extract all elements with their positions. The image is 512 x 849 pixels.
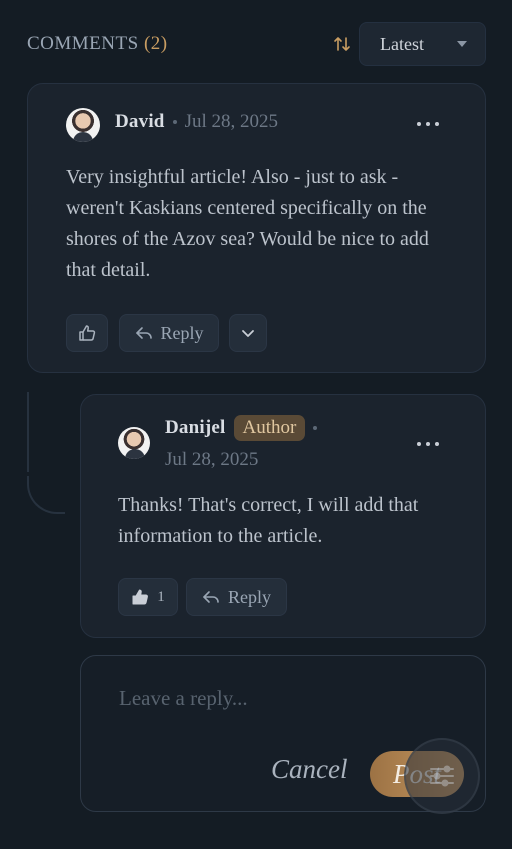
reply-text: Thanks! That's correct, I will add that …: [118, 494, 419, 547]
cancel-button[interactable]: Cancel: [271, 754, 347, 785]
sort-dropdown[interactable]: Latest: [359, 22, 486, 66]
reply-date: Jul 28, 2025: [165, 449, 259, 470]
sort-selected-value: Latest: [380, 33, 424, 54]
sort-arrows-icon[interactable]: [333, 35, 351, 53]
reply-button-label: Reply: [160, 322, 204, 343]
comment-text: Very insightful article! Also - just to …: [66, 166, 429, 281]
chevron-down-icon: [242, 330, 254, 337]
more-options-icon[interactable]: [417, 441, 439, 447]
separator-dot: [313, 426, 318, 430]
more-options-icon[interactable]: [417, 121, 439, 127]
author-badge: Author: [233, 415, 306, 441]
reply-button-label: Reply: [228, 586, 271, 607]
chevron-down-icon: [457, 41, 467, 47]
sliders-icon: [430, 765, 454, 787]
reply-arrow-icon: [203, 591, 219, 603]
reply-button[interactable]: Reply: [119, 314, 219, 352]
thumbs-up-icon: [132, 589, 149, 605]
reply-author-name[interactable]: Danijel: [165, 417, 226, 439]
comment-card: David Jul 28, 2025 Very insightful artic…: [27, 83, 486, 373]
like-count: 1: [157, 588, 165, 605]
comments-title-label: COMMENTS: [27, 33, 139, 54]
avatar[interactable]: [66, 108, 100, 142]
comments-header: COMMENTS (2) Latest: [27, 22, 486, 66]
thumbs-up-icon: [79, 325, 96, 341]
reply-meta: Danijel Author: [165, 415, 318, 441]
floating-action-button[interactable]: [404, 738, 480, 814]
comments-title: COMMENTS (2): [27, 33, 168, 55]
like-button[interactable]: 1: [118, 578, 178, 616]
comments-count: (2): [143, 33, 168, 54]
separator-dot: [172, 120, 177, 124]
comment-date: Jul 28, 2025: [184, 111, 279, 132]
reply-arrow-icon: [135, 327, 152, 339]
avatar[interactable]: [118, 427, 150, 459]
like-button[interactable]: [66, 314, 108, 352]
sort-controls: Latest: [333, 22, 486, 66]
expand-replies-button[interactable]: [229, 314, 267, 352]
reply-input[interactable]: Leave a reply...: [119, 686, 248, 711]
reply-button[interactable]: Reply: [186, 578, 287, 616]
thread-connector: [27, 392, 65, 514]
comment-author-name[interactable]: David: [115, 111, 165, 133]
reply-card: Danijel Author Jul 28, 2025 Thanks! That…: [80, 394, 486, 638]
comment-meta: David Jul 28, 2025: [115, 111, 278, 133]
